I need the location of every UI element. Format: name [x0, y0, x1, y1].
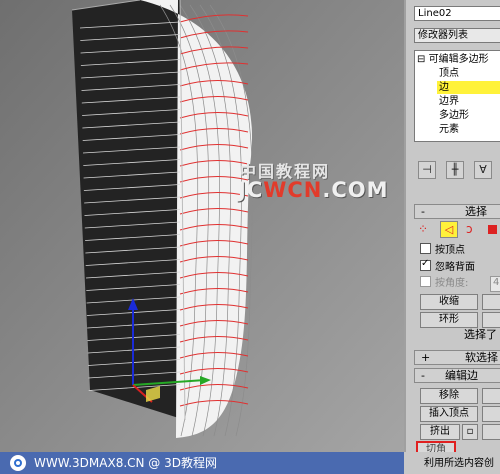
weld-button[interactable]	[482, 406, 500, 422]
stack-item-vertex[interactable]: 顶点	[439, 67, 459, 80]
show-end-result-icon[interactable]: ╫	[446, 161, 464, 179]
angle-spinner[interactable]: 45.0	[490, 276, 500, 292]
by-angle-checkbox[interactable]: 按角度:	[420, 276, 468, 290]
footer-bar: WWW.3DMAX8.CN @ 3D教程网	[0, 452, 404, 474]
stack-item-edge[interactable]: 边	[437, 81, 500, 94]
border-icon[interactable]: ↄ	[466, 222, 473, 236]
polygon-icon[interactable]	[488, 225, 497, 234]
viewport[interactable]: 中国教程网 JCWCN.COM	[0, 0, 404, 452]
footer-text: WWW.3DMAX8.CN @ 3D教程网	[34, 456, 218, 470]
edit-edges-rollout-header[interactable]: - 编辑边	[414, 368, 500, 383]
remove-button[interactable]: 移除	[420, 388, 478, 404]
stack-toolbar: ⊣ ╫ ∀	[414, 158, 500, 184]
pin-stack-icon[interactable]: ⊣	[418, 161, 436, 179]
make-unique-icon[interactable]: ∀	[474, 161, 492, 179]
edge-icon[interactable]: ◁	[440, 221, 458, 238]
stack-item-editable-poly[interactable]: ⊟ 可编辑多边形	[417, 53, 489, 66]
soft-selection-rollout-header[interactable]: + 软选择	[414, 350, 500, 365]
bottom-hint: 利用所选内容创	[424, 458, 494, 469]
grow-button[interactable]	[482, 294, 500, 310]
shrink-button[interactable]: 收缩	[420, 294, 478, 310]
watermark-en: JCWCN.COM	[238, 178, 389, 202]
bottom-strip: 利用所选内容创	[404, 452, 500, 474]
extrude-button[interactable]: 挤出	[420, 424, 460, 440]
subobject-row: ⁘ ◁ ↄ	[418, 221, 500, 240]
extrude-settings-button[interactable]: ▫	[462, 424, 478, 440]
selection-rollout-header[interactable]: - 选择	[414, 204, 500, 219]
by-vertex-checkbox[interactable]: 按顶点	[420, 243, 465, 257]
command-panel: Line02 修改器列表 ⊟ 可编辑多边形 顶点 边 边界 多边形 元素 ⊣ ╫…	[404, 0, 500, 452]
site-logo-icon	[10, 455, 26, 471]
chamfer-button[interactable]: 切角	[416, 441, 456, 452]
ring-button[interactable]: 环形	[420, 312, 478, 328]
loop-button[interactable]	[482, 312, 500, 328]
vertex-icon[interactable]: ⁘	[418, 222, 428, 236]
stack-item-polygon[interactable]: 多边形	[439, 109, 469, 122]
object-name-field[interactable]: Line02	[414, 6, 500, 21]
mesh-object	[0, 0, 404, 452]
modifier-stack[interactable]: ⊟ 可编辑多边形 顶点 边 边界 多边形 元素	[414, 50, 500, 142]
insert-vertex-button[interactable]: 插入顶点	[420, 406, 478, 422]
stack-item-element[interactable]: 元素	[439, 123, 459, 136]
ignore-backfacing-checkbox[interactable]: ✓ 忽略背面	[420, 258, 475, 274]
stack-item-border[interactable]: 边界	[439, 95, 459, 108]
split-button[interactable]	[482, 388, 500, 404]
modifier-list-dropdown[interactable]: 修改器列表	[414, 28, 500, 43]
selected-count: 选择了	[464, 328, 497, 341]
target-weld-button[interactable]	[482, 424, 500, 440]
